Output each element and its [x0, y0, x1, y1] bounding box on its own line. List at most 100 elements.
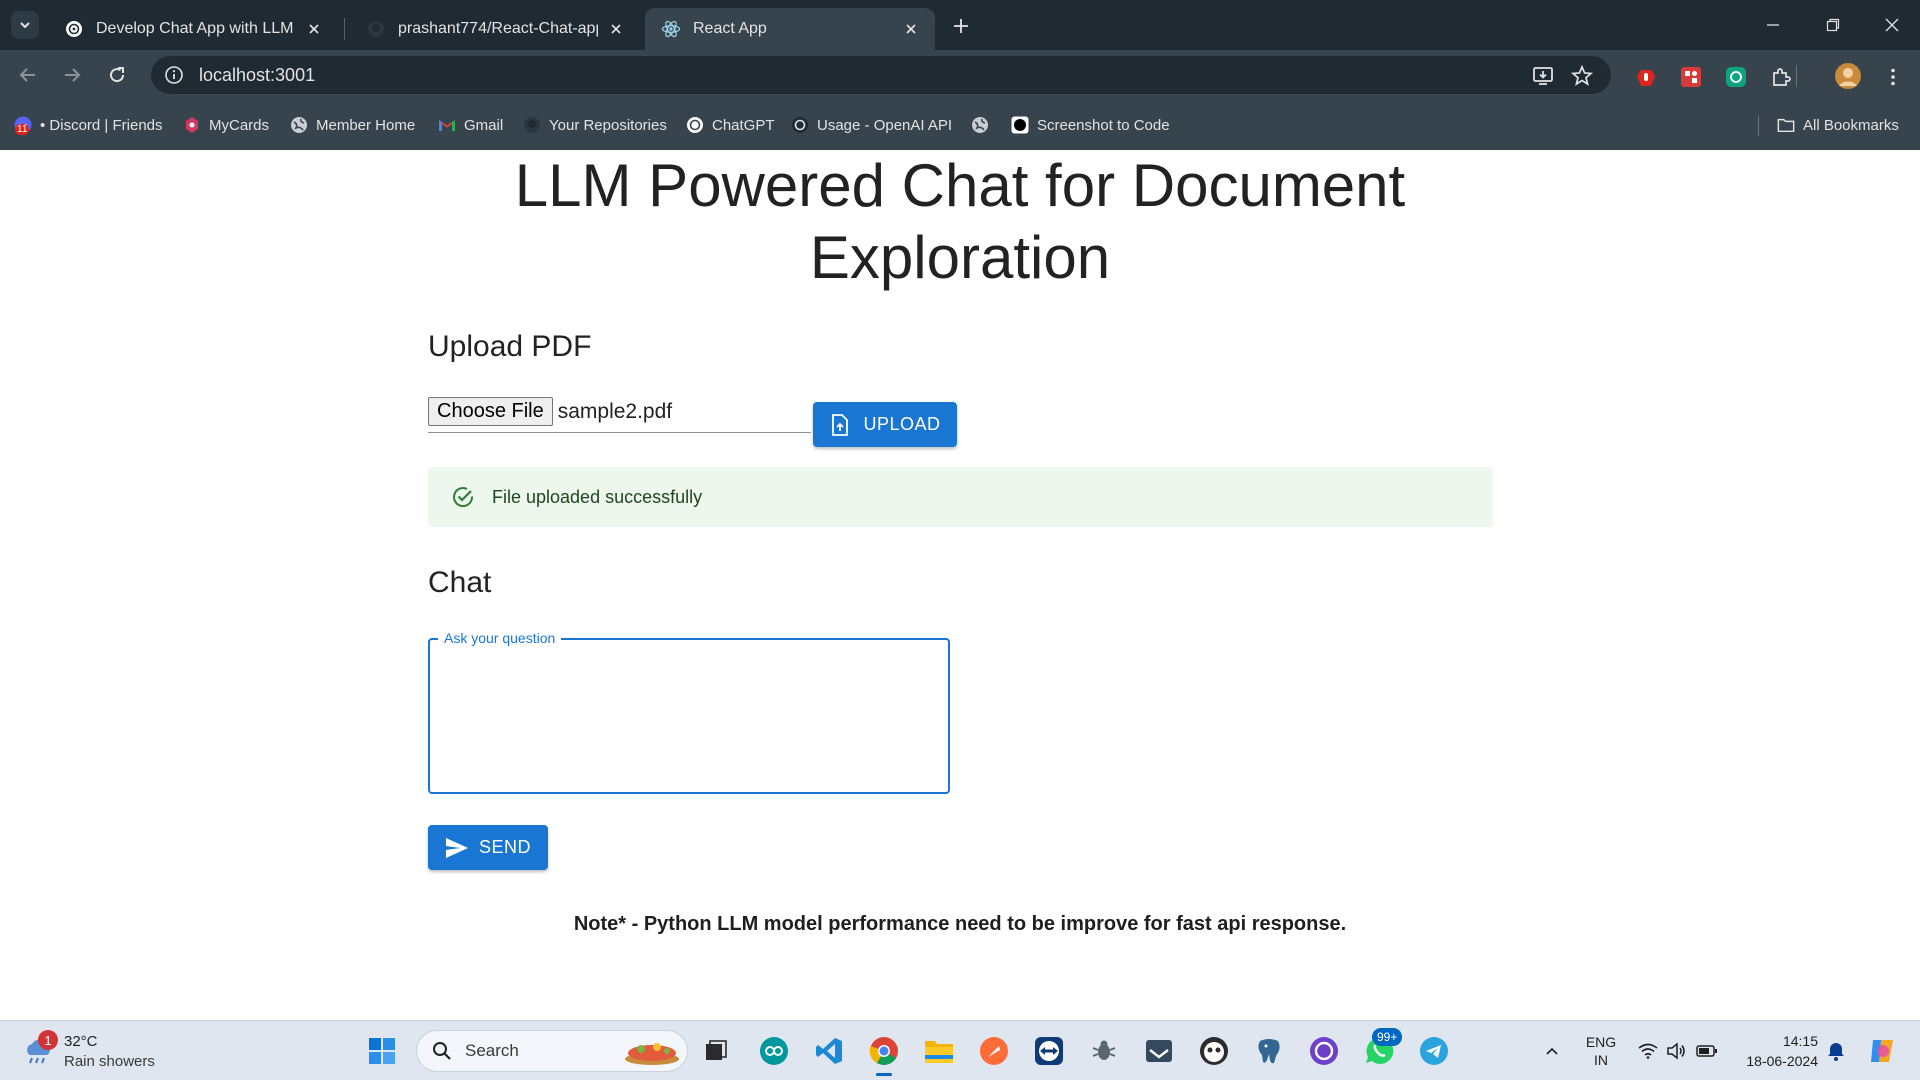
telegram-icon[interactable] — [1418, 1035, 1450, 1067]
globe-icon — [971, 116, 989, 134]
browser-toolbar — [0, 50, 1920, 100]
extension-red-hand-icon[interactable] — [1633, 64, 1659, 90]
url-input[interactable] — [199, 64, 1399, 86]
file-input[interactable]: Choose File sample2.pdf — [428, 397, 811, 433]
file-explorer-icon[interactable] — [923, 1035, 955, 1067]
notification-bell-icon[interactable] — [1824, 1039, 1848, 1063]
debug-bug-icon[interactable] — [1088, 1035, 1120, 1067]
postman-icon[interactable] — [978, 1035, 1010, 1067]
tab-react-app[interactable]: React App — [645, 8, 935, 50]
question-field[interactable] — [428, 638, 950, 794]
question-label: Ask your question — [438, 630, 562, 646]
whatsapp-badge: 99+ — [1372, 1028, 1403, 1046]
selected-file-name: sample2.pdf — [557, 400, 673, 423]
github-desktop-icon[interactable] — [1308, 1035, 1340, 1067]
extension-chatgpt-icon[interactable] — [1723, 64, 1749, 90]
panda-app-icon[interactable] — [1198, 1035, 1230, 1067]
browser-menu-icon[interactable] — [1880, 64, 1906, 90]
upload-file-icon — [829, 413, 851, 436]
bookmark-chatgpt[interactable]: ChatGPT — [686, 114, 775, 136]
bookmark-globe[interactable] — [971, 114, 997, 136]
check-circle-icon — [450, 484, 476, 510]
discord-badge: 11 — [15, 124, 30, 135]
close-icon[interactable] — [304, 19, 324, 39]
tab-develop-chat-app[interactable]: Develop Chat App with LLM — [48, 8, 338, 50]
wifi-icon[interactable] — [1636, 1039, 1660, 1063]
bookmark-label: Member Home — [316, 116, 416, 134]
bookmark-label: ChatGPT — [712, 116, 775, 134]
inbox-tray-icon[interactable] — [1143, 1035, 1175, 1067]
window-close-button[interactable] — [1872, 8, 1912, 42]
minimize-button[interactable] — [1753, 8, 1793, 42]
tab-title: Develop Chat App with LLM — [96, 20, 294, 37]
all-bookmarks[interactable]: All Bookmarks — [1777, 114, 1899, 136]
tab-search-button[interactable] — [11, 11, 39, 39]
send-button[interactable]: SEND — [428, 825, 548, 870]
battery-icon[interactable] — [1695, 1039, 1719, 1063]
windows-start-icon[interactable] — [368, 1037, 396, 1065]
bookmark-mycards[interactable]: MyCards — [183, 114, 269, 136]
send-button-label: SEND — [478, 837, 531, 857]
tab-title: React App — [693, 20, 767, 37]
system-clock[interactable]: 14:15 18-06-2024 — [1736, 1031, 1818, 1071]
bookmark-screenshot-to-code[interactable]: Screenshot to Code — [1011, 114, 1170, 136]
tab-github-repo[interactable]: prashant774/React-Chat-app-w — [350, 8, 640, 50]
profile-avatar[interactable] — [1834, 62, 1862, 90]
bookmark-label: Your Repositories — [549, 116, 667, 134]
restore-icon — [1826, 18, 1840, 32]
reload-button[interactable] — [101, 59, 133, 91]
weather-badge: 1 — [38, 1030, 58, 1050]
weather-widget[interactable]: 1 32°C Rain showers — [20, 1030, 170, 1073]
teamviewer-icon[interactable] — [1033, 1035, 1065, 1067]
tab-separator — [344, 18, 345, 40]
address-bar[interactable] — [151, 56, 1611, 94]
forward-button[interactable] — [56, 59, 88, 91]
openai-icon — [791, 116, 809, 134]
upload-success-alert: File uploaded successfully — [428, 467, 1493, 527]
taskbar-search[interactable]: Search — [416, 1030, 688, 1072]
install-app-icon[interactable] — [1531, 64, 1555, 88]
back-button[interactable] — [12, 59, 44, 91]
site-info-icon[interactable] — [163, 64, 185, 86]
bookmark-openai-usage[interactable]: Usage - OpenAI API — [791, 114, 952, 136]
bookmark-your-repositories[interactable]: Your Repositories — [523, 114, 667, 136]
bookmark-discord[interactable]: 11 • Discord | Friends — [14, 114, 163, 136]
language-code: ENG — [1585, 1034, 1617, 1050]
region-code: IN — [1594, 1052, 1608, 1068]
toolbar-divider — [1796, 65, 1797, 87]
chrome-icon[interactable] — [868, 1035, 900, 1076]
volume-icon[interactable] — [1664, 1039, 1688, 1063]
bookmark-star-icon[interactable] — [1570, 64, 1594, 88]
weather-condition: Rain showers — [64, 1053, 155, 1070]
bookmark-gmail[interactable]: Gmail — [438, 114, 503, 136]
task-view-icon[interactable] — [700, 1035, 732, 1067]
chat-heading: Chat — [428, 566, 492, 599]
close-icon[interactable] — [901, 19, 921, 39]
bookmark-label: Gmail — [464, 116, 504, 134]
new-tab-button[interactable] — [947, 12, 975, 40]
close-icon[interactable] — [606, 19, 626, 39]
copilot-icon[interactable] — [1866, 1035, 1898, 1067]
question-input[interactable] — [444, 656, 934, 776]
react-app-page: LLM Powered Chat for Document Exploratio… — [0, 150, 1920, 1020]
plus-icon — [954, 19, 968, 33]
send-icon — [445, 836, 469, 860]
language-indicator[interactable]: ENG IN — [1584, 1033, 1618, 1069]
postgresql-icon[interactable] — [1253, 1035, 1285, 1067]
extension-red-grid-icon[interactable] — [1678, 64, 1704, 90]
bookmark-label: Usage - OpenAI API — [817, 116, 953, 134]
bookmark-label: • Discord | Friends — [40, 116, 163, 134]
arduino-icon[interactable] — [758, 1035, 790, 1067]
chevron-up-icon[interactable] — [1540, 1039, 1564, 1063]
clock-time: 14:15 — [1782, 1033, 1818, 1049]
upload-button[interactable]: UPLOAD — [813, 402, 957, 447]
github-icon — [366, 19, 386, 39]
vscode-icon[interactable] — [813, 1035, 845, 1067]
bookmark-member-home[interactable]: Member Home — [290, 114, 415, 136]
folder-icon — [1777, 116, 1795, 134]
restore-button[interactable] — [1813, 8, 1853, 42]
discord-icon: 11 — [14, 116, 32, 135]
choose-file-button[interactable]: Choose File — [428, 397, 553, 426]
extensions-puzzle-icon[interactable] — [1768, 64, 1794, 90]
bookmarks-divider — [1758, 116, 1759, 136]
